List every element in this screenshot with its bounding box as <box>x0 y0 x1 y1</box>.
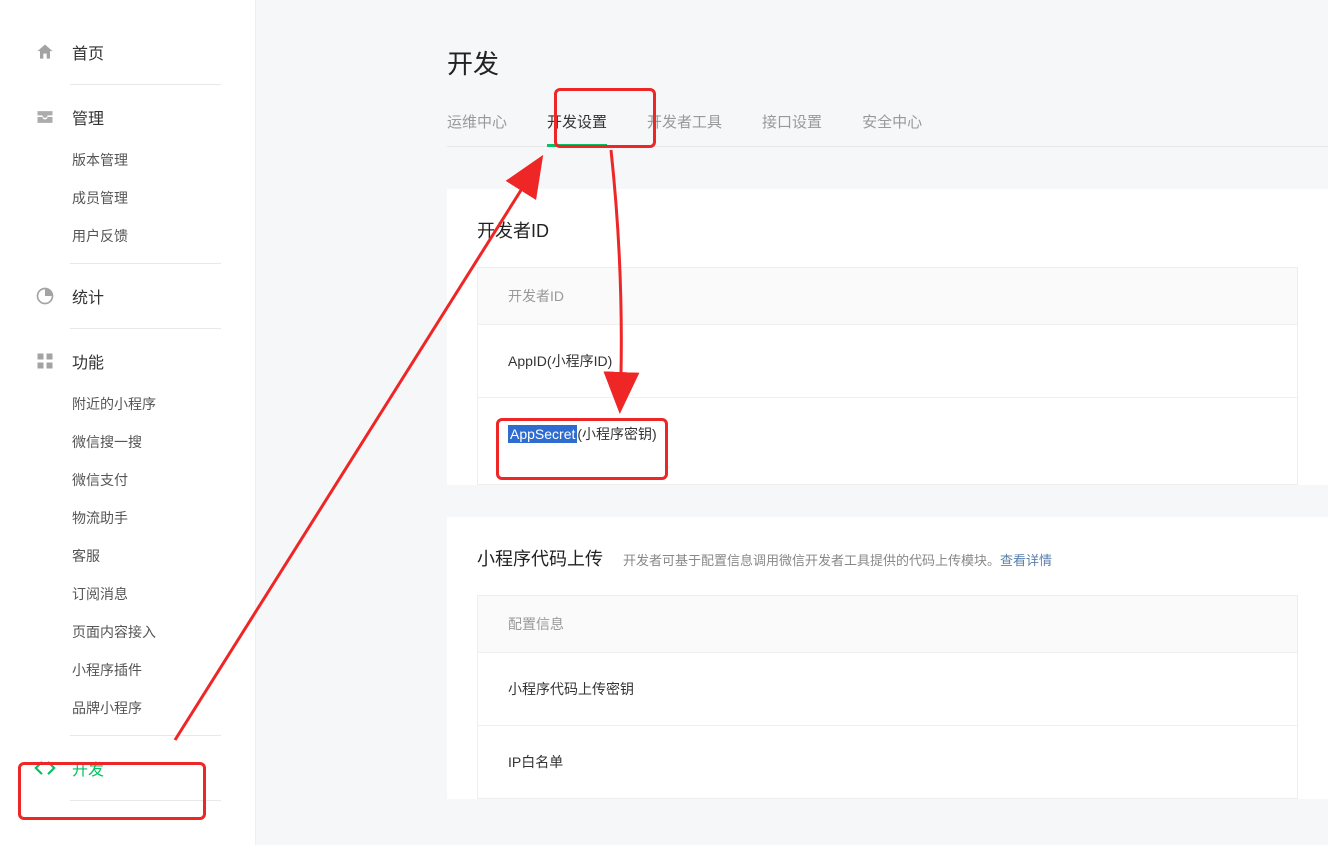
tab-security[interactable]: 安全中心 <box>862 111 922 146</box>
nav-feature-sub-8[interactable]: 品牌小程序 <box>0 689 255 727</box>
ip-whitelist-label: IP白名单 <box>508 752 563 772</box>
sidebar: 首页 管理 版本管理 成员管理 用户反馈 统计 功能 附近的小程序 微信搜一搜 <box>0 0 255 845</box>
upload-desc: 开发者可基于配置信息调用微信开发者工具提供的代码上传模块。查看详情 <box>623 550 1052 569</box>
nav-stats[interactable]: 统计 <box>0 272 255 320</box>
tab-ops[interactable]: 运维中心 <box>447 111 507 146</box>
nav-feature-sub-1[interactable]: 微信搜一搜 <box>0 423 255 461</box>
card-developer-id: 开发者ID 开发者ID AppID(小程序ID) AppSecret(小程序密钥… <box>447 189 1328 485</box>
nav-home-label: 首页 <box>72 40 104 64</box>
main-content: 开发 运维中心 开发设置 开发者工具 接口设置 安全中心 开发者ID 开发者ID… <box>255 0 1328 845</box>
appid-label: AppID(小程序ID) <box>508 351 612 371</box>
nav-feature-sub-4[interactable]: 客服 <box>0 537 255 575</box>
row-appsecret: AppSecret(小程序密钥) <box>478 397 1297 484</box>
nav-feature-sub-3[interactable]: 物流助手 <box>0 499 255 537</box>
home-icon <box>34 41 56 63</box>
inbox-icon <box>34 106 56 128</box>
nav-develop[interactable]: 开发 <box>0 744 255 792</box>
nav-features[interactable]: 功能 <box>0 337 255 385</box>
nav-feature-sub-0[interactable]: 附近的小程序 <box>0 385 255 423</box>
nav-features-label: 功能 <box>72 349 104 373</box>
nav-develop-label: 开发 <box>72 756 104 780</box>
grid-icon <box>34 350 56 372</box>
row-upload-key: 小程序代码上传密钥 <box>478 652 1297 725</box>
nav-feature-sub-6[interactable]: 页面内容接入 <box>0 613 255 651</box>
devid-title: 开发者ID <box>477 217 549 243</box>
nav-manage[interactable]: 管理 <box>0 93 255 141</box>
pie-chart-icon <box>34 285 56 307</box>
tab-bar: 运维中心 开发设置 开发者工具 接口设置 安全中心 <box>447 111 1328 147</box>
nav-feature-sub-5[interactable]: 订阅消息 <box>0 575 255 613</box>
upload-key-label: 小程序代码上传密钥 <box>508 679 634 699</box>
appsecret-label: AppSecret(小程序密钥) <box>508 424 657 444</box>
nav-feature-sub-7[interactable]: 小程序插件 <box>0 651 255 689</box>
nav-home[interactable]: 首页 <box>0 28 255 76</box>
upload-detail-link[interactable]: 查看详情 <box>1000 553 1052 568</box>
page-title: 开发 <box>447 44 1328 81</box>
row-ip-whitelist: IP白名单 <box>478 725 1297 798</box>
nav-manage-sub-1[interactable]: 成员管理 <box>0 179 255 217</box>
nav-manage-label: 管理 <box>72 105 104 129</box>
upload-title: 小程序代码上传 <box>477 545 603 571</box>
tab-dev-tools[interactable]: 开发者工具 <box>647 111 722 146</box>
tab-api-settings[interactable]: 接口设置 <box>762 111 822 146</box>
nav-manage-sub-0[interactable]: 版本管理 <box>0 141 255 179</box>
tab-dev-settings[interactable]: 开发设置 <box>547 111 607 146</box>
nav-stats-label: 统计 <box>72 284 104 308</box>
card-code-upload: 小程序代码上传 开发者可基于配置信息调用微信开发者工具提供的代码上传模块。查看详… <box>447 517 1328 799</box>
upload-panel-head: 配置信息 <box>478 596 1297 652</box>
code-icon <box>34 757 56 779</box>
devid-panel-head: 开发者ID <box>478 268 1297 324</box>
row-appid: AppID(小程序ID) <box>478 324 1297 397</box>
nav-manage-sub-2[interactable]: 用户反馈 <box>0 217 255 255</box>
nav-feature-sub-2[interactable]: 微信支付 <box>0 461 255 499</box>
